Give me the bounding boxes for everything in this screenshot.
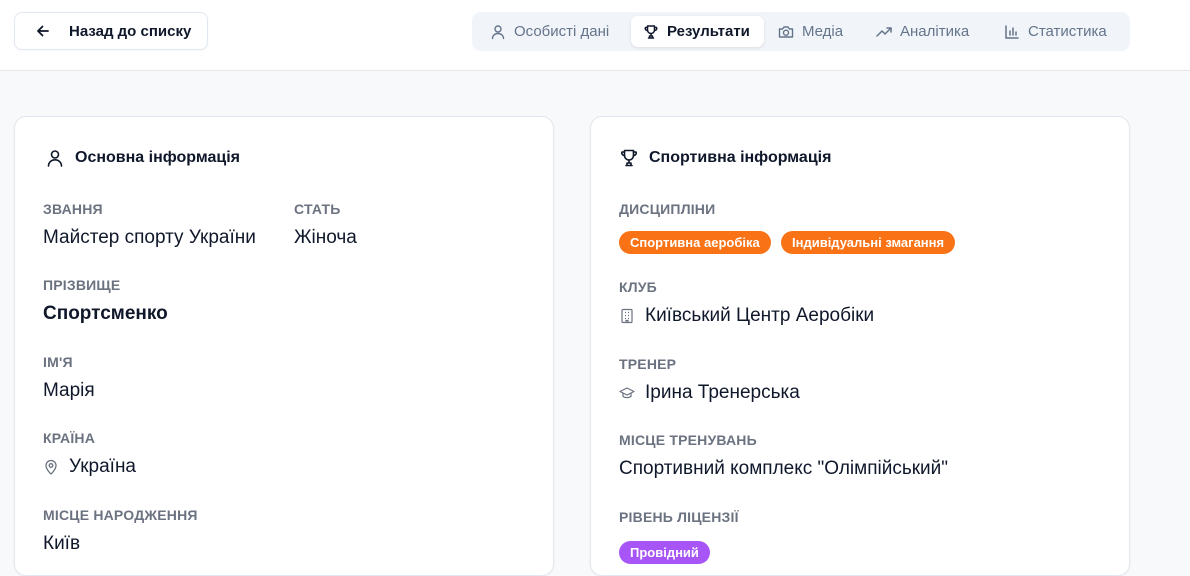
country-value: Україна: [43, 456, 136, 478]
tab-media[interactable]: Медіа: [778, 16, 843, 47]
license-label: РІВЕНЬ ЛІЦЕНЗІЇ: [619, 509, 739, 525]
club-text: Київський Центр Аеробіки: [645, 305, 875, 326]
bar-chart-icon: [1005, 24, 1019, 39]
gender-value: Жіноча: [294, 227, 357, 248]
camera-icon: [778, 25, 794, 38]
building-icon: [621, 308, 633, 324]
birthplace-label: МІСЦЕ НАРОДЖЕННЯ: [43, 507, 198, 523]
tab-results[interactable]: Результати: [631, 16, 764, 47]
card-title-text: Основна інформація: [75, 149, 240, 166]
rank-label: ЗВАННЯ: [43, 201, 103, 217]
card-title: Основна інформація: [45, 148, 240, 168]
gender-label: СТАТЬ: [294, 201, 341, 217]
card-title: Спортивна інформація: [619, 148, 831, 168]
coach-value: Ірина Тренерська: [619, 382, 800, 404]
trophy-icon: [644, 24, 658, 39]
coach-label: ТРЕНЕР: [619, 356, 677, 372]
birthplace-value: Київ: [43, 533, 81, 554]
surname-label: ПРІЗВИЩЕ: [43, 277, 121, 293]
tab-personal-data[interactable]: Особисті дані: [490, 16, 609, 47]
tab-label: Медіа: [802, 23, 844, 40]
tab-label: Особисті дані: [514, 23, 610, 40]
disciplines-label: ДИСЦИПЛІНИ: [619, 201, 716, 217]
training-place-label: МІСЦЕ ТРЕНУВАНЬ: [619, 432, 757, 448]
club-value: Київський Центр Аеробіки: [619, 305, 874, 327]
graduation-cap-icon: [619, 387, 635, 399]
surname-value: Спортсменко: [43, 303, 168, 324]
country-label: КРАЇНА: [43, 430, 96, 446]
tab-label: Аналітика: [900, 23, 970, 40]
basic-info-card: Основна інформація ЗВАННЯ Майстер спорту…: [14, 116, 554, 576]
name-value: Марія: [43, 380, 95, 401]
training-place-value: Спортивний комплекс "Олімпійський": [619, 458, 949, 479]
user-icon: [491, 24, 505, 39]
tab-analytics[interactable]: Аналітика: [876, 16, 969, 47]
tab-label: Статистика: [1028, 23, 1107, 40]
back-button-label: Назад до списку: [69, 23, 192, 40]
trophy-icon: [621, 149, 637, 167]
discipline-badge: Індивідуальні змагання: [781, 231, 956, 254]
tab-label: Результати: [667, 23, 750, 40]
map-pin-icon: [45, 459, 57, 475]
user-icon: [47, 150, 63, 167]
top-bar: Назад до списку Особисті дані Результати…: [0, 0, 1190, 71]
trending-up-icon: [876, 26, 892, 37]
discipline-badge: Спортивна аеробіка: [619, 231, 771, 254]
club-label: КЛУБ: [619, 279, 657, 295]
sport-info-card: Спортивна інформація ДИСЦИПЛІНИ Спортивн…: [590, 116, 1130, 576]
card-title-text: Спортивна інформація: [649, 149, 832, 166]
rank-value: Майстер спорту України: [43, 227, 256, 248]
tab-statistics[interactable]: Статистика: [1004, 16, 1107, 47]
coach-text: Ірина Тренерська: [645, 382, 800, 403]
section-tabs: Особисті дані Результати Медіа Аналітика…: [472, 12, 1130, 51]
back-to-list-button[interactable]: Назад до списку: [14, 12, 208, 50]
country-text: Україна: [69, 456, 137, 477]
name-label: ІМ'Я: [43, 354, 73, 370]
arrow-left-icon: [37, 25, 49, 37]
